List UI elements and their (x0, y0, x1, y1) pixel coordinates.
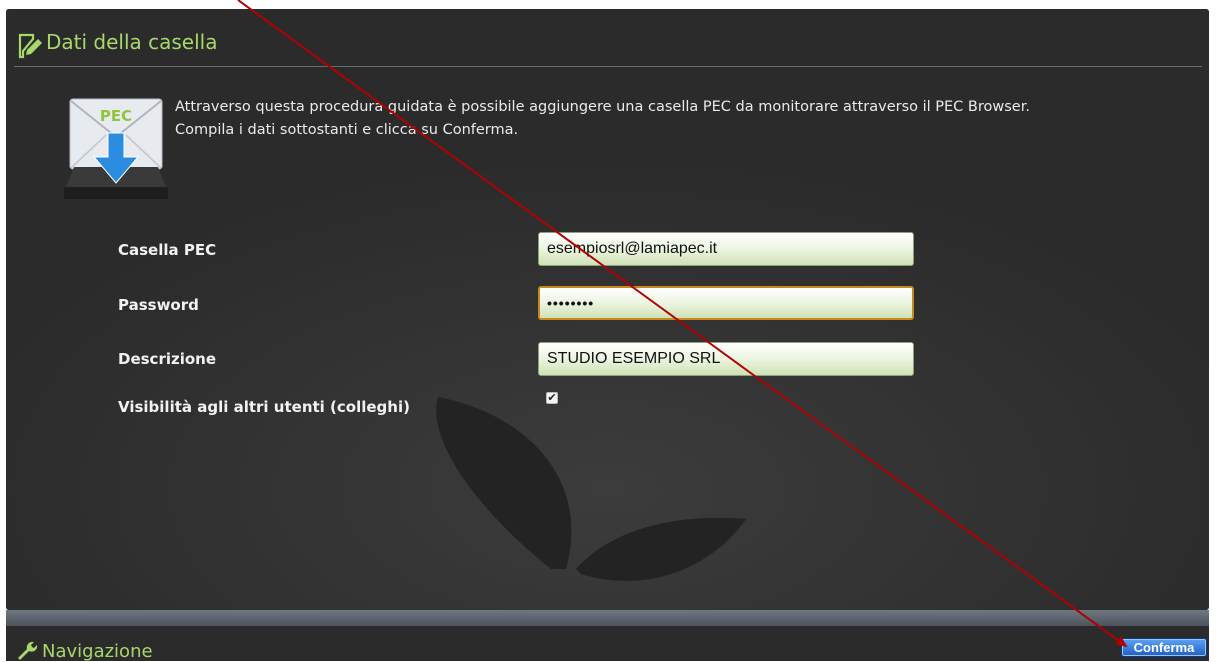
pec-icon-label: PEC (100, 107, 132, 125)
visibilita-checkbox[interactable]: ✔ (546, 392, 558, 404)
casella-pec-label: Casella PEC (118, 241, 217, 259)
descrizione-label: Descrizione (118, 350, 217, 368)
password-label: Password (118, 296, 199, 314)
wrench-icon (18, 641, 38, 660)
panel-title: Dati della casella (46, 30, 218, 54)
section-divider-bar (6, 610, 1209, 626)
header-divider (14, 66, 1202, 67)
password-input[interactable]: •••••••• (538, 286, 914, 320)
panel-header: Dati della casella (6, 9, 1209, 67)
conferma-button[interactable]: Conferma (1121, 638, 1207, 657)
descrizione-input[interactable]: STUDIO ESEMPIO SRL (538, 342, 914, 376)
pec-inbox-icon: PEC (64, 98, 168, 199)
intro-text: Attraverso questa procedura guidata è po… (175, 96, 1195, 142)
edit-page-icon (18, 33, 42, 59)
intro-line-2: Compila i dati sottostanti e clicca su C… (175, 122, 519, 138)
navigazione-title: Navigazione (42, 641, 153, 662)
casella-pec-input[interactable]: esempiosrl@lamiapec.it (538, 232, 914, 266)
navigazione-bar: Navigazione (6, 626, 1209, 662)
intro-line-1: Attraverso questa procedura guidata è po… (175, 99, 1030, 115)
visibilita-label: Visibilità agli altri utenti (colleghi) (118, 398, 410, 416)
